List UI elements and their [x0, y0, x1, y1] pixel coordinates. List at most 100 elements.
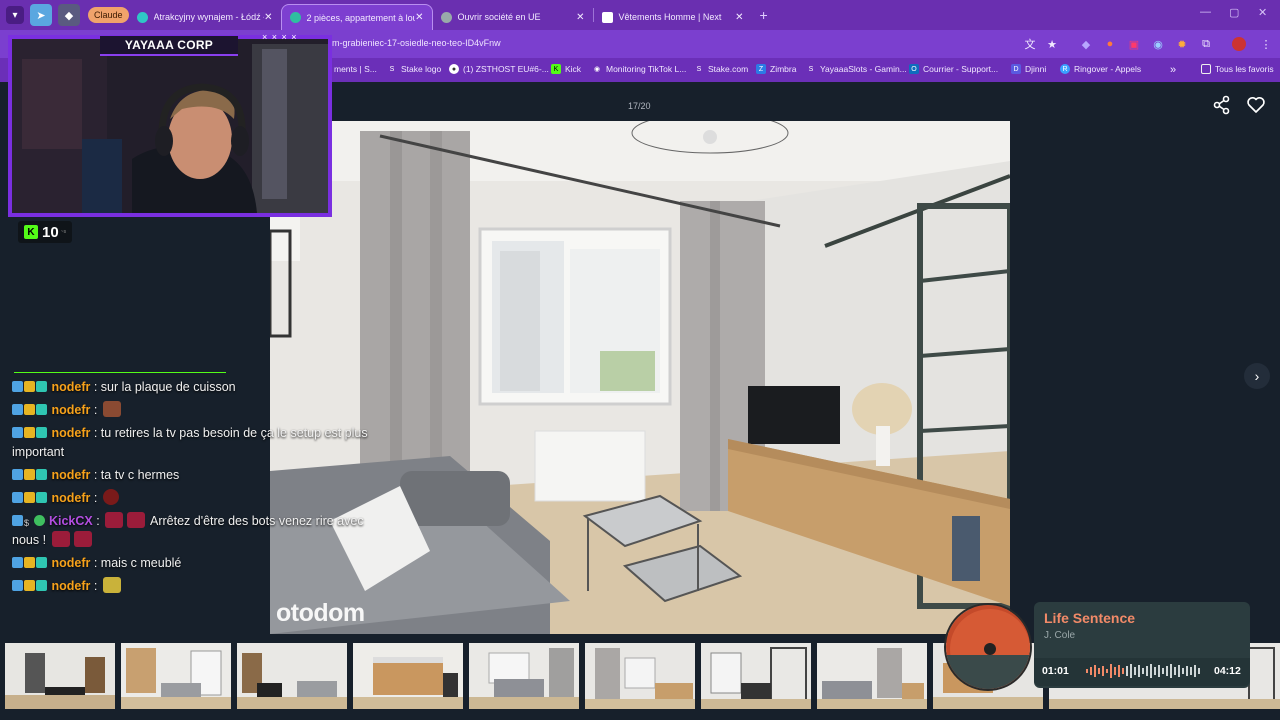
- chat-username[interactable]: nodefr: [51, 579, 90, 593]
- stream-chat: nodefr : sur la plaque de cuisson nodefr…: [12, 378, 372, 600]
- bookmark-label: (1) ZSTHOST EU#6-...: [463, 64, 549, 74]
- all-bookmarks-folder[interactable]: Tous les favoris: [1201, 64, 1274, 74]
- bookmark-item[interactable]: K Kick: [551, 64, 581, 74]
- bookmark-label: Ringover - Appels: [1074, 64, 1142, 74]
- chat-username[interactable]: nodefr: [51, 468, 90, 482]
- crown-icon: [24, 557, 35, 568]
- tab-title: Ouvrir société en UE: [457, 12, 541, 22]
- bookmark-label: ments | S...: [334, 64, 377, 74]
- chat-username[interactable]: nodefr: [51, 426, 90, 440]
- thumbnail[interactable]: [817, 643, 927, 709]
- minimize-icon[interactable]: —: [1200, 6, 1211, 18]
- bookmark-label: Kick: [565, 64, 582, 74]
- avatar[interactable]: [1232, 37, 1246, 51]
- chat-username[interactable]: KickCX: [49, 514, 93, 528]
- thumbnail[interactable]: [353, 643, 463, 709]
- bookmark-item[interactable]: ◉ Monitoring TikTok L...: [592, 64, 686, 74]
- bookmark-item[interactable]: S Stake logo: [387, 64, 442, 74]
- share-icon[interactable]: [1212, 95, 1232, 115]
- badge-icon: [36, 404, 47, 415]
- close-icon[interactable]: ✕: [576, 12, 584, 23]
- banner-decoration: × × × ×: [262, 32, 298, 42]
- menu-kebab-icon[interactable]: ⋮: [1258, 36, 1274, 52]
- tab-search-button[interactable]: ▾: [6, 6, 24, 24]
- bookmark-item[interactable]: ● (1) ZSTHOST EU#6-...: [449, 64, 549, 74]
- bookmark-item[interactable]: Z Zimbra: [756, 64, 796, 74]
- thumbnail[interactable]: [5, 643, 115, 709]
- channel-title-banner: YAYAAA CORP: [100, 36, 238, 56]
- chat-divider: [14, 372, 226, 373]
- thumbnail[interactable]: [237, 643, 347, 709]
- tab-atrakcyjny[interactable]: Atrakcyjny wynajem - Łódź - sp ✕: [129, 4, 281, 30]
- new-tab-button[interactable]: +: [760, 7, 768, 23]
- chat-username[interactable]: nodefr: [51, 556, 90, 570]
- tab-group-label[interactable]: Claude: [88, 7, 129, 23]
- emote-icon: [102, 401, 121, 417]
- crown-icon: [24, 492, 35, 503]
- chat-username[interactable]: nodefr: [51, 491, 90, 505]
- translate-icon[interactable]: 文: [1022, 36, 1038, 52]
- bookmark-star-icon[interactable]: ★: [1044, 36, 1060, 52]
- otodom-watermark: otodom: [276, 599, 365, 627]
- chat-username[interactable]: nodefr: [51, 380, 90, 394]
- zimbra-icon: Z: [756, 64, 766, 74]
- photo-counter: 17/20: [628, 101, 651, 111]
- bookmark-label: Stake logo: [401, 64, 442, 74]
- bookmark-item[interactable]: S Stake.com: [694, 64, 749, 74]
- bookmark-item[interactable]: S YayaaaSlots - Gamin...: [806, 64, 907, 74]
- close-icon[interactable]: ✕: [415, 12, 423, 23]
- djinni-icon: D: [1011, 64, 1021, 74]
- viewer-count-suffix: ~s: [60, 229, 67, 235]
- extension-icon[interactable]: ◉: [1150, 36, 1166, 52]
- main-listing-photo[interactable]: otodom: [270, 121, 1010, 634]
- thumbnail[interactable]: [121, 643, 231, 709]
- badge-icon: [36, 580, 47, 591]
- maximize-icon[interactable]: ▢: [1229, 6, 1239, 19]
- extensions-puzzle-icon[interactable]: ⧉: [1198, 36, 1214, 52]
- emote-icon: [102, 489, 119, 505]
- tab-apartment-active[interactable]: 2 pièces, appartement à louer ✕: [280, 4, 433, 30]
- crown-icon: [24, 427, 35, 438]
- waveform-icon: [1086, 664, 1200, 678]
- extension-icon[interactable]: ▣: [1126, 36, 1142, 52]
- extension-icon[interactable]: ●: [1102, 36, 1118, 52]
- bookmark-label: Courrier - Support...: [923, 64, 999, 74]
- folder-icon: [1201, 64, 1211, 74]
- chat-username[interactable]: nodefr: [51, 403, 90, 417]
- bookmarks-overflow-button[interactable]: »: [1170, 64, 1176, 76]
- close-window-icon[interactable]: ✕: [1258, 6, 1267, 19]
- favorite-heart-icon[interactable]: [1246, 95, 1266, 115]
- address-bar-url[interactable]: m-grabieniec-17-osiedle-neo-teo-ID4vFnw: [332, 38, 501, 48]
- next-photo-chevron-icon[interactable]: ›: [1244, 363, 1270, 389]
- pinned-tab-other[interactable]: ◆: [58, 4, 80, 26]
- tab-next-vetements[interactable]: Vêtements Homme | Next ✕: [594, 4, 752, 30]
- close-icon[interactable]: ✕: [735, 12, 743, 23]
- bookmark-label: Stake.com: [708, 64, 749, 74]
- tab-favicon-icon: [289, 12, 301, 23]
- extension-icon[interactable]: ✹: [1174, 36, 1190, 52]
- viewer-count: 10: [42, 223, 59, 241]
- extension-icon[interactable]: ◆: [1078, 36, 1094, 52]
- badge-icon: [12, 557, 23, 568]
- chat-message: nodefr :: [12, 577, 372, 596]
- badge-icon: [36, 469, 47, 480]
- crown-icon: [24, 381, 35, 392]
- bookmark-item[interactable]: ments | S...: [334, 64, 377, 74]
- badge-icon: [12, 381, 23, 392]
- thumbnail[interactable]: [585, 643, 695, 709]
- thumbnail[interactable]: [701, 643, 811, 709]
- bookmark-item[interactable]: R Ringover - Appels: [1060, 64, 1141, 74]
- bookmark-item[interactable]: D Djinni: [1011, 64, 1046, 74]
- now-playing-widget: Life Sentence J. Cole 01:01 04:12: [1034, 602, 1250, 688]
- chat-message: $ KickCX : Arrêtez d'être des bots venez…: [12, 512, 364, 547]
- thumbnail[interactable]: [469, 643, 579, 709]
- yayaaaslots-icon: S: [808, 65, 814, 73]
- webcam-feed-image: [12, 39, 328, 213]
- close-icon[interactable]: ✕: [264, 12, 272, 23]
- bookmark-item[interactable]: O Courrier - Support...: [909, 64, 998, 74]
- kick-icon: K: [551, 64, 561, 74]
- outlook-icon: O: [909, 64, 919, 74]
- badge-icon: [12, 492, 23, 503]
- tab-ouvrir-societe[interactable]: Ouvrir société en UE ✕: [433, 4, 593, 30]
- pinned-tab-telegram[interactable]: ➤: [30, 4, 52, 26]
